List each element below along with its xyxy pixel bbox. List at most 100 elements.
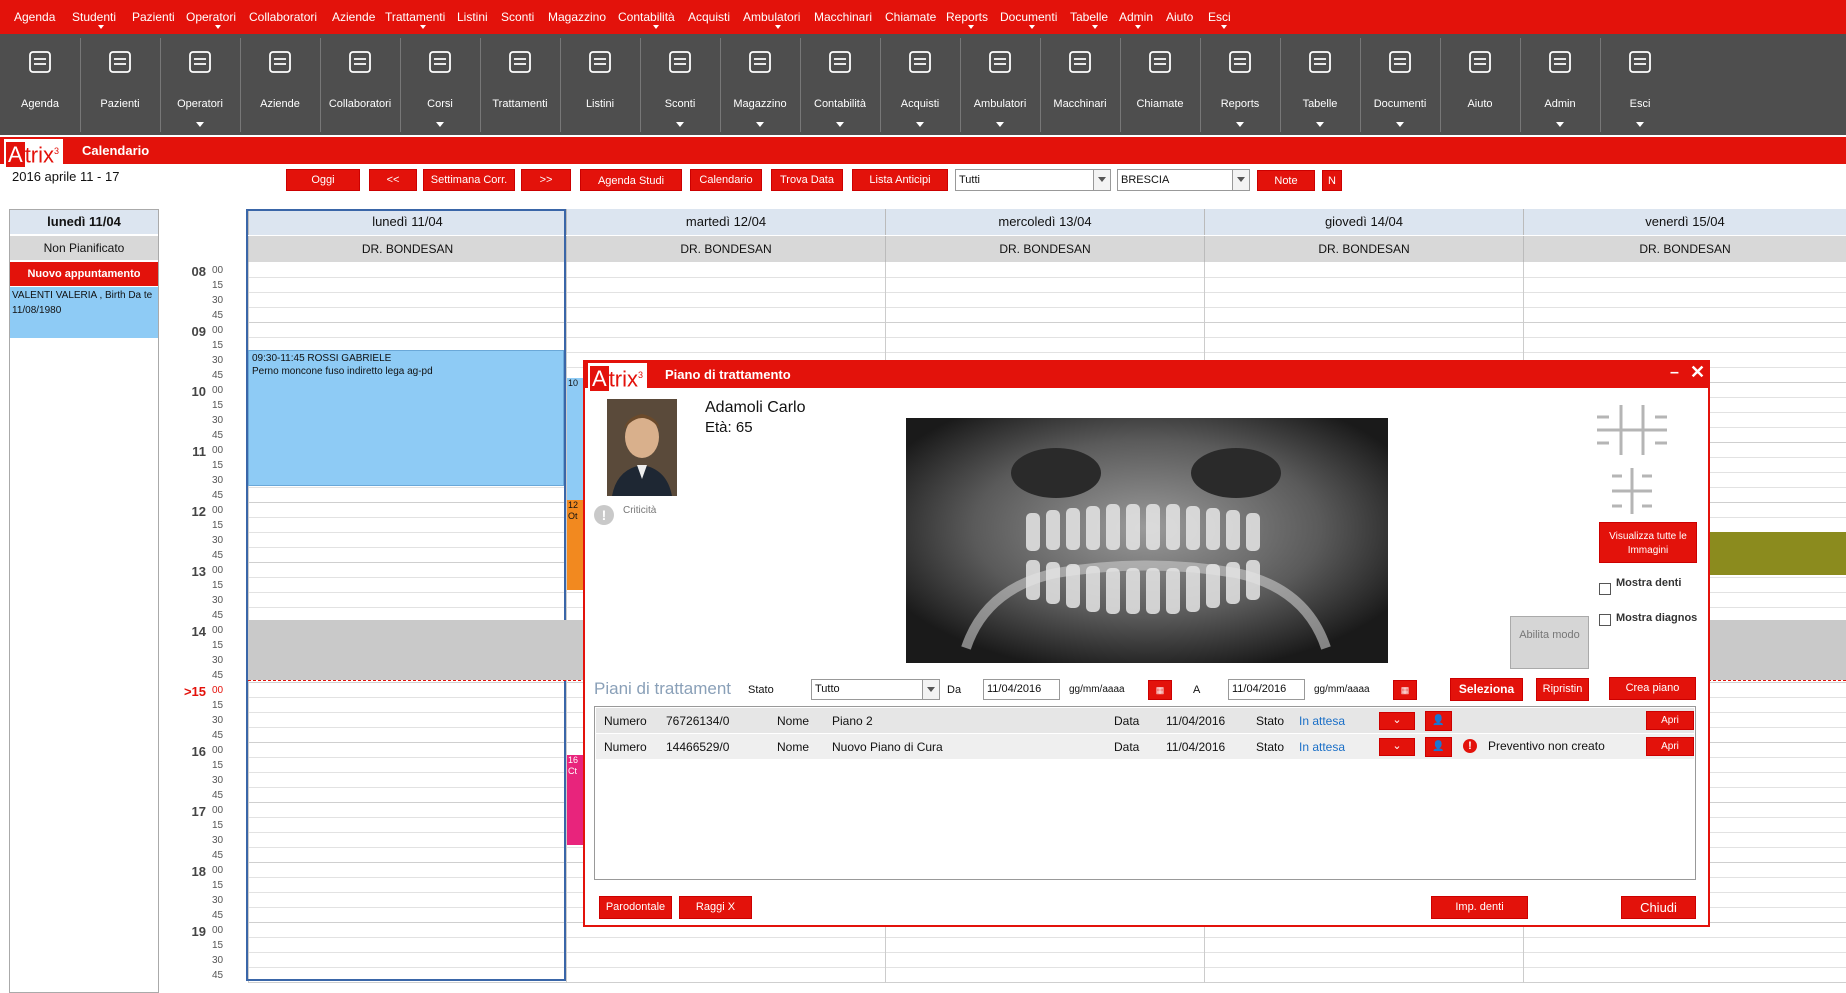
toolbar-contabilit-button[interactable]: Contabilità <box>800 38 880 132</box>
find-date-button[interactable]: Trova Data <box>771 169 843 191</box>
grid-small-icon[interactable] <box>1612 468 1652 514</box>
close-dialog-button[interactable]: Chiudi <box>1621 896 1696 919</box>
show-diagnosis-checkbox[interactable] <box>1599 614 1611 626</box>
menu-operatori[interactable]: Operatori <box>186 10 236 24</box>
appointment-block[interactable]: 10 <box>567 378 584 504</box>
current-week-button[interactable]: Settimana Corr. <box>423 169 515 191</box>
menu-reports[interactable]: Reports <box>946 10 988 24</box>
next-week-button[interactable]: >> <box>521 169 571 191</box>
calendar-icon[interactable]: ▦ <box>1393 680 1417 700</box>
patient-user-icon[interactable]: 👤 <box>1425 737 1452 757</box>
toolbar-aziende-button[interactable]: Aziende <box>240 38 320 132</box>
menu-chiamate[interactable]: Chiamate <box>885 10 936 24</box>
menu-macchinari[interactable]: Macchinari <box>814 10 872 24</box>
operator-filter-select[interactable]: Tutti <box>955 169 1111 191</box>
city-filter-select[interactable]: BRESCIA <box>1117 169 1250 191</box>
appointment-block[interactable]: 16 Ct <box>567 755 584 845</box>
toolbar-pazienti-button[interactable]: Pazienti <box>80 38 160 132</box>
close-icon[interactable]: ✕ <box>1690 362 1705 383</box>
plan-stato[interactable]: In attesa <box>1299 740 1345 754</box>
selected-day-outline <box>246 209 566 981</box>
notes-button[interactable]: Note <box>1257 170 1315 191</box>
lista-anticipi-button[interactable]: Lista Anticipi <box>852 169 948 191</box>
enable-mode-button[interactable]: Abilita modo <box>1510 616 1589 669</box>
parodontale-button[interactable]: Parodontale <box>599 896 672 919</box>
menu-documenti[interactable]: Documenti <box>1000 10 1057 24</box>
date-from-input[interactable]: 11/04/2016 <box>983 679 1060 700</box>
minute-label: 45 <box>212 730 224 741</box>
menu-aiuto[interactable]: Aiuto <box>1166 10 1193 24</box>
toolbar-aiuto-button[interactable]: Aiuto <box>1440 38 1520 132</box>
patient-user-icon[interactable]: 👤 <box>1425 711 1452 731</box>
plan-row[interactable]: Numero 14466529/0 Nome Nuovo Piano di Cura D… <box>596 734 1694 759</box>
menu-admin[interactable]: Admin <box>1119 10 1153 24</box>
plan-stato[interactable]: In attesa <box>1299 714 1345 728</box>
calendar-icon[interactable]: ▦ <box>1148 680 1172 700</box>
agenda-studi-button[interactable]: Agenda Studi <box>580 169 682 191</box>
view-all-images-button[interactable]: Visualizza tutte le Immagini <box>1599 522 1697 563</box>
toolbar-esci-button[interactable]: Esci <box>1600 38 1680 132</box>
toolbar-operatori-button[interactable]: Operatori <box>160 38 240 132</box>
menu-trattamenti[interactable]: Trattamenti <box>385 10 445 24</box>
day-header[interactable]: mercoledì 13/04 <box>885 209 1204 235</box>
menu-sconti[interactable]: Sconti <box>501 10 534 24</box>
menu-studenti[interactable]: Studenti <box>72 10 116 24</box>
toolbar-magazzino-button[interactable]: Magazzino <box>720 38 800 132</box>
toolbar-agenda-button[interactable]: Agenda <box>0 38 80 132</box>
menu-magazzino[interactable]: Magazzino <box>548 10 606 24</box>
toolbar-corsi-button[interactable]: Corsi <box>400 38 480 132</box>
menu-tabelle[interactable]: Tabelle <box>1070 10 1108 24</box>
toolbar-listini-button[interactable]: Listini <box>560 38 640 132</box>
minimize-icon[interactable]: – <box>1670 364 1679 382</box>
new-appointment-button[interactable]: Nuovo appuntamento <box>10 262 158 286</box>
imp-teeth-button[interactable]: Imp. denti <box>1431 896 1528 919</box>
toolbar-chiamate-button[interactable]: Chiamate <box>1120 38 1200 132</box>
expand-chevron-icon[interactable]: ⌄ <box>1379 712 1415 730</box>
day-header[interactable]: giovedì 14/04 <box>1204 209 1523 235</box>
day-header[interactable]: venerdì 15/04 <box>1523 209 1846 235</box>
expand-chevron-icon[interactable]: ⌄ <box>1379 738 1415 756</box>
toolbar-acquisti-button[interactable]: Acquisti <box>880 38 960 132</box>
chevron-down-icon <box>775 25 781 29</box>
raggi-x-button[interactable]: Raggi X <box>679 896 752 919</box>
appointment-block[interactable] <box>1710 532 1846 575</box>
open-plan-button[interactable]: Apri <box>1646 711 1694 730</box>
toolbar-ambulatori-button[interactable]: Ambulatori <box>960 38 1040 132</box>
today-button[interactable]: Oggi <box>286 169 360 191</box>
reset-button[interactable]: Ripristin <box>1536 678 1589 701</box>
menu-aziende[interactable]: Aziende <box>332 10 375 24</box>
toolbar-documenti-button[interactable]: Documenti <box>1360 38 1440 132</box>
day-header[interactable]: lunedì 11/04 <box>248 209 566 235</box>
create-plan-button[interactable]: Crea piano <box>1609 677 1696 700</box>
menu-pazienti[interactable]: Pazienti <box>132 10 175 24</box>
toolbar-admin-button[interactable]: Admin <box>1520 38 1600 132</box>
menu-acquisti[interactable]: Acquisti <box>688 10 730 24</box>
plan-row[interactable]: Numero 76726134/0 Nome Piano 2 Data 11/04/201… <box>596 708 1694 733</box>
appointment-block[interactable]: 09:30-11:45 ROSSI GABRIELE Perno moncone… <box>248 350 564 486</box>
toolbar-reports-button[interactable]: Reports <box>1200 38 1280 132</box>
toolbar-macchinari-button[interactable]: Macchinari <box>1040 38 1120 132</box>
select-button[interactable]: Seleziona <box>1450 678 1523 701</box>
grid-large-icon[interactable] <box>1597 405 1667 455</box>
toolbar-tabelle-button[interactable]: Tabelle <box>1280 38 1360 132</box>
prev-week-button[interactable]: << <box>369 169 417 191</box>
menu-collaboratori[interactable]: Collaboratori <box>249 10 317 24</box>
day-header[interactable]: martedì 12/04 <box>566 209 885 235</box>
panoramic-xray-image[interactable] <box>906 418 1388 663</box>
toolbar-trattamenti-button[interactable]: Trattamenti <box>480 38 560 132</box>
n-button[interactable]: N <box>1322 170 1342 191</box>
toolbar-collaboratori-button[interactable]: Collaboratori <box>320 38 400 132</box>
show-teeth-checkbox[interactable] <box>1599 583 1611 595</box>
menu-esci[interactable]: Esci <box>1208 10 1231 24</box>
date-to-input[interactable]: 11/04/2016 <box>1228 679 1305 700</box>
calendar-button[interactable]: Calendario <box>690 169 762 191</box>
menu-contabilit[interactable]: Contabilità <box>618 10 675 24</box>
status-filter-select[interactable]: Tutto <box>811 679 940 700</box>
appointment-block[interactable]: 12 Ot <box>567 500 584 590</box>
menu-listini[interactable]: Listini <box>457 10 488 24</box>
unplanned-item[interactable]: VALENTI VALERIA , Birth Da te 11/08/1980 <box>10 287 158 338</box>
toolbar-sconti-button[interactable]: Sconti <box>640 38 720 132</box>
open-plan-button[interactable]: Apri <box>1646 737 1694 756</box>
menu-agenda[interactable]: Agenda <box>14 10 55 24</box>
menu-ambulatori[interactable]: Ambulatori <box>743 10 800 24</box>
